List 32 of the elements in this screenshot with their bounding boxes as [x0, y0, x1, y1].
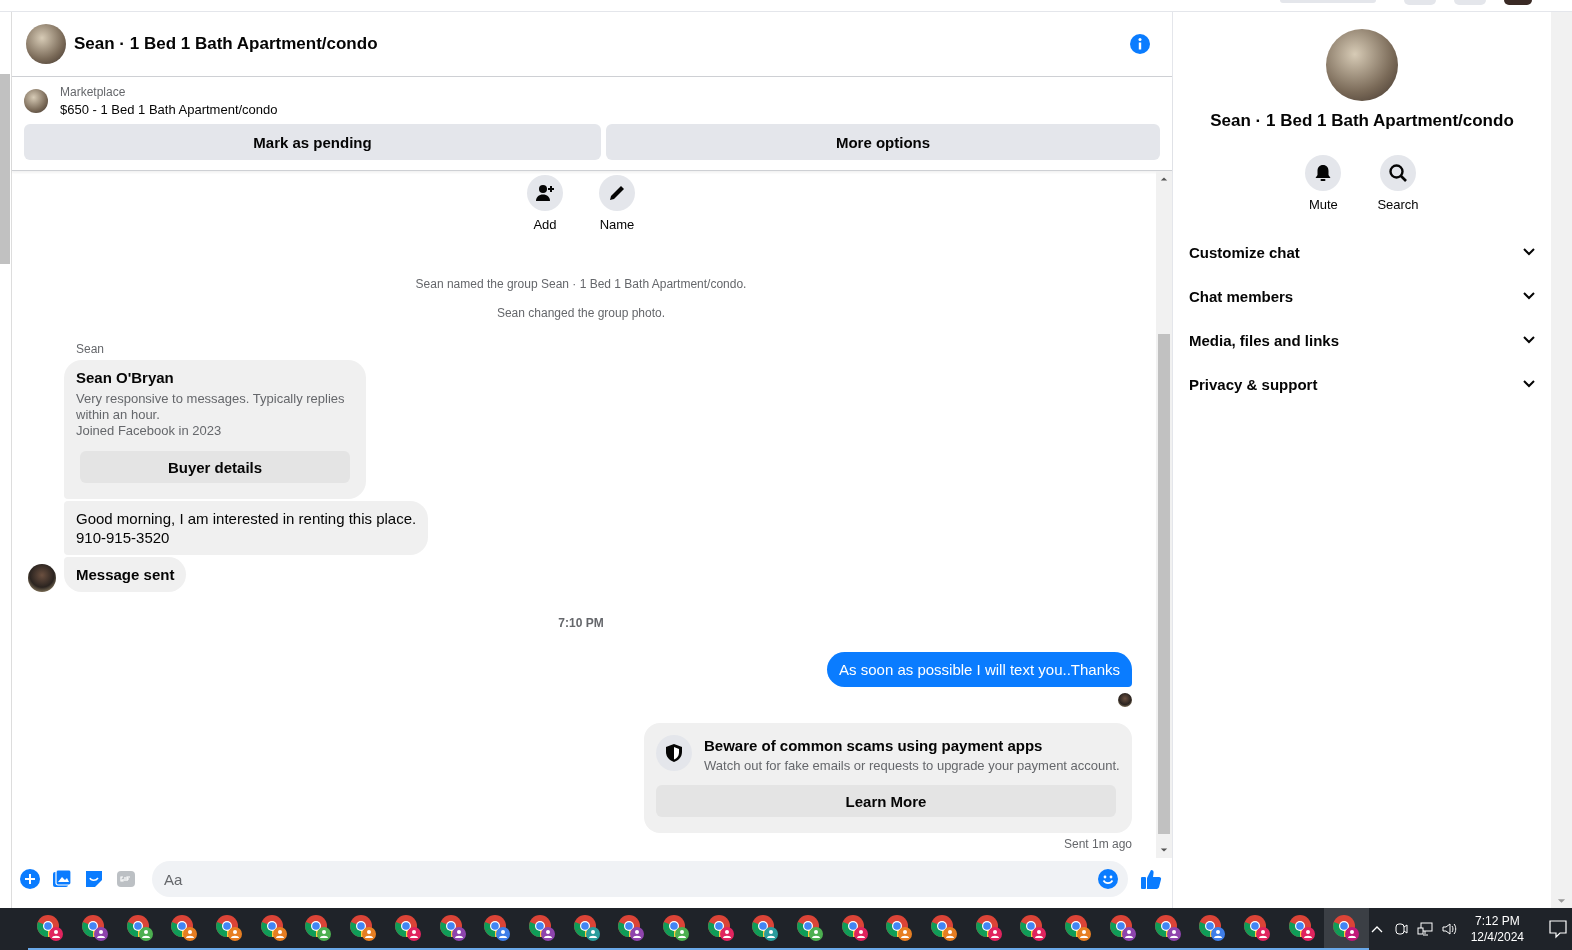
message-bubble: As soon as possible I will text you..Thanks	[827, 652, 1132, 687]
buyer-name: Sean O'Bryan	[76, 368, 175, 387]
system-message: Sean named the group Sean · 1 Bed 1 Bath Apartment/condo.	[414, 276, 748, 293]
sent-status: Sent 1m ago	[1063, 837, 1132, 851]
group-action-label: Name	[599, 217, 635, 232]
panel-section[interactable]: Chat members	[1189, 274, 1543, 318]
chat-title: Sean · 1 Bed 1 Bath Apartment/condo	[74, 34, 379, 54]
listing-action-button[interactable]: More options	[606, 124, 1160, 160]
listing-title[interactable]: $650 - 1 Bed 1 Bath Apartment/condo	[60, 102, 278, 117]
warning-title: Beware of common scams using payment apps	[704, 737, 1044, 754]
learn-more-button[interactable]: Learn More	[656, 785, 1116, 817]
system-message: Sean changed the group photo.	[495, 305, 667, 322]
panel-section[interactable]: Media, files and links	[1189, 318, 1543, 362]
clock-time: 7:12 PM	[1474, 914, 1520, 928]
listing-action-button[interactable]: Mark as pending	[24, 124, 601, 160]
message-bubble: Message sent	[64, 557, 187, 592]
panel-section[interactable]: Customize chat	[1189, 230, 1543, 274]
message-input[interactable]: Aa	[152, 861, 1128, 897]
timestamp: 7:10 PM	[557, 616, 605, 630]
panel-action-label: Mute	[1308, 197, 1338, 212]
sender-name: Sean	[75, 342, 105, 356]
buyer-details-button[interactable]: Buyer details	[80, 451, 350, 483]
clock-date: 12/4/2024	[1470, 930, 1524, 944]
warning-text: Watch out for fake emails or requests to upgrade your payment account.	[704, 758, 1120, 773]
panel-title: Sean · 1 Bed 1 Bath Apartment/condo	[1210, 111, 1514, 131]
panel-section[interactable]: Privacy & support	[1189, 362, 1543, 406]
message-bubble: Good morning, I am interested in renting this place. 910-915-3520	[64, 501, 429, 555]
taskbar-clock[interactable]: 7:12 PM 12/4/2024	[1470, 914, 1524, 944]
listing-source: Marketplace	[60, 85, 127, 99]
buyer-details: Very responsive to messages. Typically replies within an hour. Joined Facebook in 2023	[76, 391, 346, 439]
group-action-label: Add	[533, 217, 557, 232]
panel-action-label: Search	[1377, 197, 1419, 212]
